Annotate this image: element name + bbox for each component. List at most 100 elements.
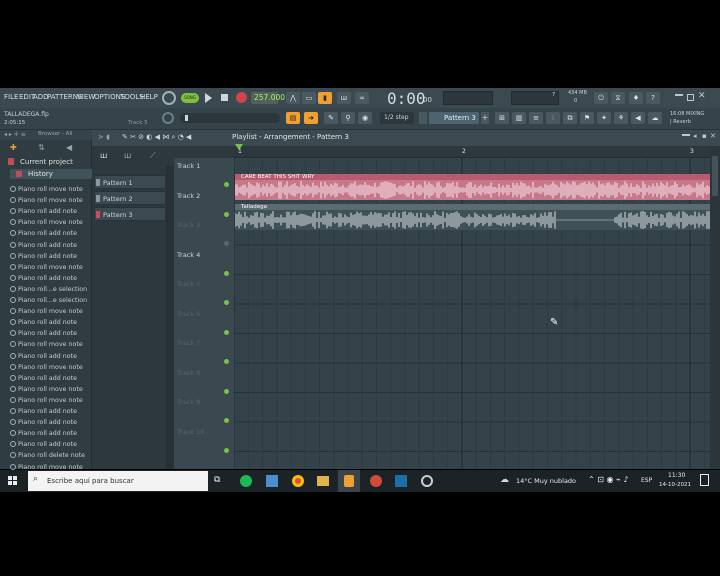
app-circle-icon[interactable]: [421, 475, 433, 487]
audio-clip-2[interactable]: Talladega: [235, 204, 710, 230]
clock-date[interactable]: 14-10-2021: [659, 482, 691, 488]
track-label[interactable]: Track 1: [177, 162, 200, 170]
track-mute-led[interactable]: [224, 241, 229, 246]
history-item[interactable]: Piano roll add note: [10, 374, 77, 382]
track-mute-led[interactable]: [224, 211, 229, 217]
plugin-icon[interactable]: ✦: [597, 112, 611, 124]
slider-handle[interactable]: [185, 115, 188, 121]
taskbar-search-box[interactable]: ⌕ Escribe aquí para buscar: [28, 471, 208, 491]
mixer-icon[interactable]: ⫶: [546, 112, 560, 124]
history-item[interactable]: Piano roll move note: [10, 263, 83, 271]
history-item[interactable]: Piano roll add note: [10, 430, 77, 437]
track-mute-led[interactable]: [224, 300, 229, 305]
menu-view[interactable]: VIEW: [77, 93, 95, 101]
history-item[interactable]: Piano roll add note: [10, 419, 77, 426]
paint-icon[interactable]: ✎: [324, 112, 338, 124]
history-item[interactable]: Piano roll move note: [10, 385, 83, 393]
steam-icon[interactable]: [395, 475, 407, 487]
scroll-thumb[interactable]: [712, 156, 718, 196]
history-item[interactable]: Piano roll add note: [10, 274, 77, 282]
song-mode-icon[interactable]: [162, 91, 176, 105]
history-item[interactable]: Piano roll add note: [10, 252, 77, 260]
pattern-item-3[interactable]: Pattern 3: [94, 207, 166, 221]
pat-song-toggle[interactable]: SONG: [181, 93, 199, 103]
spotify-icon[interactable]: [240, 475, 252, 487]
plugin-picker-icon[interactable]: ⚑: [580, 112, 594, 124]
playlist-close-icon[interactable]: ✕: [710, 132, 716, 140]
stop-icon[interactable]: [221, 94, 228, 101]
history-item[interactable]: Piano roll...e selection: [10, 297, 87, 304]
track-label[interactable]: Track 3: [177, 221, 200, 229]
playlist-tools-icon[interactable]: ⋗ ◖: [98, 133, 110, 141]
pitch-knob-icon[interactable]: [162, 112, 174, 124]
picker-automation-icon[interactable]: ⟋: [150, 151, 156, 161]
loop-record-icon[interactable]: ∞: [355, 92, 369, 104]
snap-select[interactable]: 1/2 step: [380, 112, 414, 124]
pattern-selector[interactable]: Pattern 3: [429, 112, 479, 124]
history-item[interactable]: Piano roll add note: [10, 330, 77, 337]
history-item[interactable]: Piano roll move note: [10, 186, 83, 193]
countdown-icon[interactable]: ▮: [318, 92, 332, 104]
step-edit-icon[interactable]: ➜: [304, 112, 318, 124]
track-mute-led[interactable]: [224, 182, 229, 187]
minimize-icon[interactable]: [675, 94, 683, 101]
picker-patterns-icon[interactable]: ш: [100, 151, 107, 160]
playlist-tool-icons[interactable]: ✎ ✂ ⊘ ◐ ◀ ⋈ ⌕ ◔ ◀: [122, 133, 191, 142]
clock-time[interactable]: 11:30: [668, 472, 685, 479]
history-row[interactable]: History: [10, 169, 92, 179]
track-mute-led[interactable]: [224, 418, 229, 423]
current-project-item[interactable]: Current project: [20, 158, 73, 166]
link-icon[interactable]: ⚲: [341, 112, 355, 124]
browser-icon[interactable]: ⧉: [563, 112, 577, 124]
track-mute-led[interactable]: [224, 329, 229, 335]
app-icon[interactable]: [266, 475, 278, 487]
piano-roll-icon[interactable]: ▥: [512, 112, 526, 124]
tag-icon[interactable]: ⚘: [614, 112, 628, 124]
unsort-icon[interactable]: ◀: [66, 143, 72, 152]
track-mute-led[interactable]: [224, 270, 229, 276]
playlist-options-icon[interactable]: ◂: [693, 132, 697, 140]
system-tray-icons[interactable]: ⌃ ⊡ ◉ ⌁ ♪: [588, 475, 628, 484]
playlist-maximize-icon[interactable]: ▪: [702, 132, 707, 140]
history-item[interactable]: Piano roll add note: [10, 352, 77, 360]
maximize-icon[interactable]: [687, 94, 694, 101]
track-mute-led[interactable]: [224, 447, 229, 453]
browser-nav-icon[interactable]: ◂ ▸ ✛ ≡: [4, 131, 26, 138]
history-item[interactable]: Piano roll delete note: [10, 452, 85, 459]
chrome-icon[interactable]: [292, 475, 304, 487]
close-icon[interactable]: ✕: [698, 91, 706, 101]
add-pattern-icon[interactable]: +: [481, 112, 489, 124]
channel-rack-icon[interactable]: ≡: [529, 112, 543, 124]
record-icon[interactable]: [236, 92, 247, 103]
track-label[interactable]: Track 9: [177, 398, 200, 406]
history-item[interactable]: Piano roll move note: [10, 363, 83, 371]
history-item[interactable]: Piano roll move note: [10, 396, 83, 404]
history-item[interactable]: Piano roll move note: [10, 197, 83, 204]
power-icon[interactable]: ⏻: [594, 92, 608, 104]
menu-file[interactable]: FILE: [4, 93, 18, 101]
history-item[interactable]: Piano roll add note: [10, 319, 77, 326]
wait-input-icon[interactable]: ▭: [302, 92, 316, 104]
history-item[interactable]: Piano roll add note: [10, 208, 77, 215]
playlist-minimize-icon[interactable]: [682, 134, 690, 140]
audio-clip-1[interactable]: CARE BEAT THIS SHIT WRY: [235, 174, 710, 200]
collapse-icon[interactable]: ⇅: [38, 143, 45, 152]
chrome-alt-icon[interactable]: [370, 475, 382, 487]
track-label[interactable]: Track 6: [177, 310, 200, 318]
history-item[interactable]: Piano roll add note: [10, 230, 77, 237]
track-mute-led[interactable]: [224, 388, 229, 394]
weather-text[interactable]: 14°C Muy nublado: [516, 477, 576, 485]
track-mute-led[interactable]: [224, 359, 229, 364]
play-icon[interactable]: [205, 93, 212, 103]
browser-title[interactable]: Browser - All: [38, 131, 73, 137]
history-item[interactable]: Piano roll add note: [10, 241, 77, 249]
language-indicator[interactable]: ESP: [641, 477, 652, 484]
metronome-icon[interactable]: ⋀: [286, 92, 300, 104]
track-label[interactable]: Track 5: [177, 280, 200, 288]
typing-keyboard-icon[interactable]: ▤: [286, 112, 300, 124]
pattern-item-1[interactable]: Pattern 1: [94, 175, 166, 189]
history-item[interactable]: Piano roll add note: [10, 441, 77, 448]
history-item[interactable]: Piano roll add note: [10, 408, 77, 415]
pattern-prev-button[interactable]: [419, 112, 427, 124]
track-label[interactable]: Track 4: [177, 251, 200, 259]
